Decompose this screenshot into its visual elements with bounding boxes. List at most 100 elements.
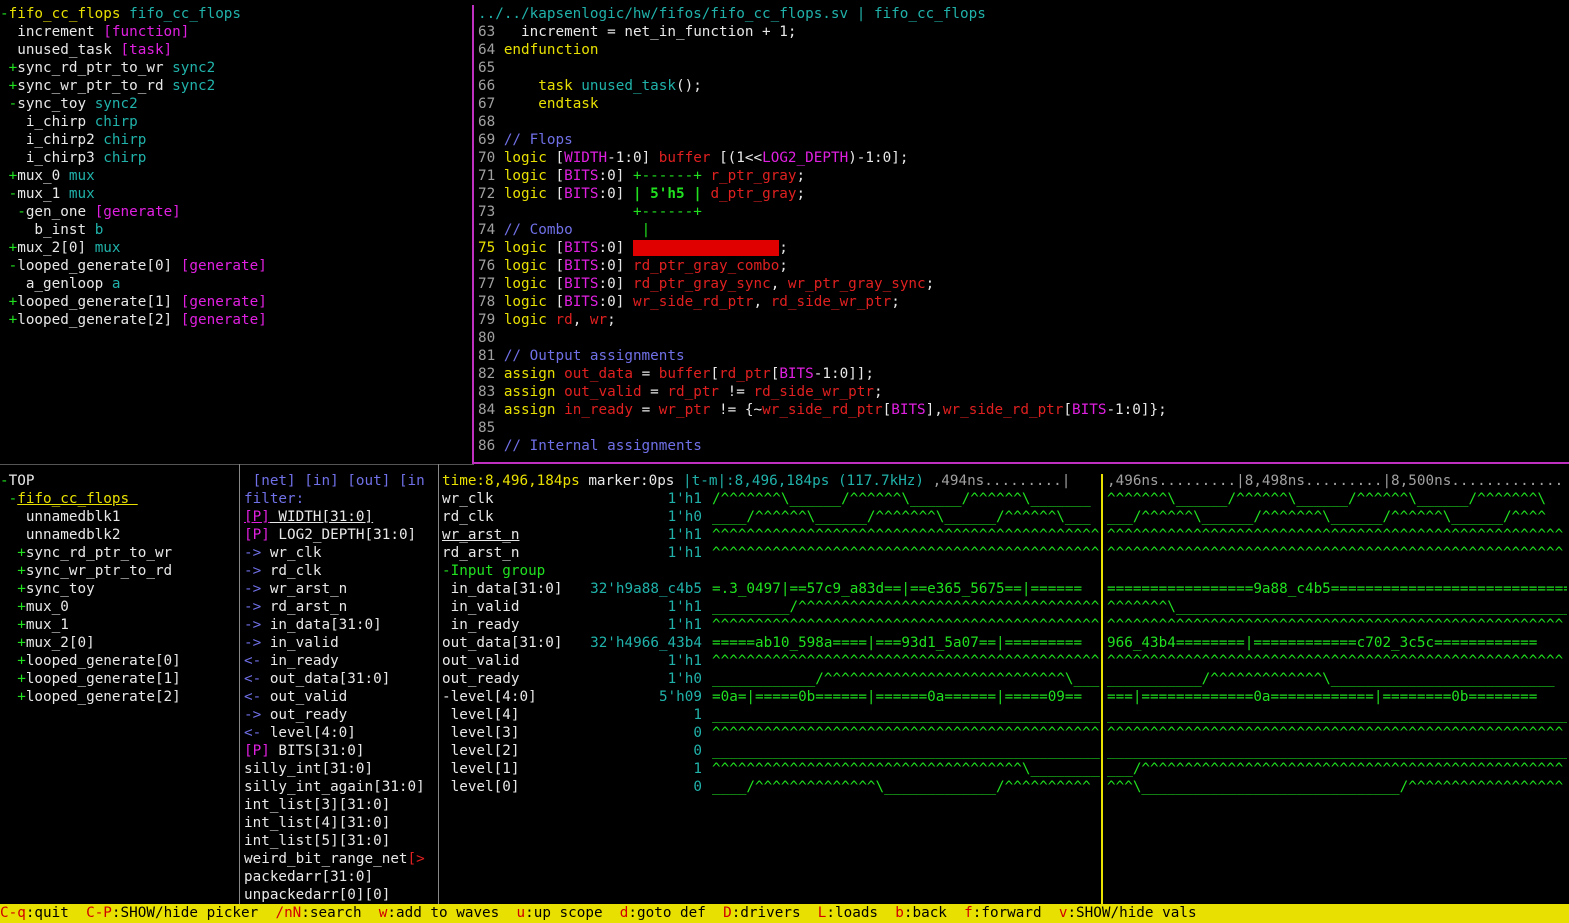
wave-row[interactable]: -Input group — [442, 562, 1569, 580]
hierarchy-item[interactable]: -sync_toy sync2 — [0, 95, 470, 113]
hierarchy-item[interactable]: +mux_2[0] mux — [0, 239, 470, 257]
wave-row[interactable]: wr_clk 1'h1 /^^^^^^^\______/^^^^^^\______/… — [442, 490, 1569, 508]
hierarchy-item-text: + — [0, 240, 18, 256]
hierarchy-item[interactable]: +looped_generate[1] [generate] — [0, 293, 470, 311]
wave-row[interactable]: level[2] 0 _______________________________… — [442, 742, 1569, 760]
hierarchy-item[interactable]: +mux_0 mux — [0, 167, 470, 185]
scope-item[interactable]: +sync_toy — [0, 580, 236, 598]
signal-item[interactable]: silly_int_again[31:0] — [244, 778, 436, 796]
code-line-text: ; — [874, 384, 883, 400]
hierarchy-item[interactable]: -looped_generate[0] [generate] — [0, 257, 470, 275]
scope-item[interactable]: unnamedblk1 — [0, 508, 236, 526]
code-line-text: in_ready — [564, 402, 633, 418]
hierarchy-item[interactable]: a_genloop a — [0, 275, 470, 293]
hierarchy-item-text: + — [0, 294, 18, 310]
wave-row[interactable]: out_valid 1'h1 ^^^^^^^^^^^^^^^^^^^^^^^^^^^… — [442, 652, 1569, 670]
code-line-text: , — [572, 312, 590, 328]
scope-item[interactable]: unnamedblk2 — [0, 526, 236, 544]
hierarchy-item-text: fifo_cc_flops — [129, 6, 242, 22]
wave-row[interactable]: -level[4:0] 5'h09 =0a=|=====0b======|=====… — [442, 688, 1569, 706]
scope-item[interactable]: +looped_generate[1] — [0, 670, 236, 688]
waveform-pane[interactable]: time:8,496,184ps marker:0ps |t-m|:8,496,… — [442, 472, 1569, 904]
signal-item[interactable]: filter: — [244, 490, 436, 508]
wave-row[interactable]: wr_arst_n 1'h1 ^^^^^^^^^^^^^^^^^^^^^^^^^^^… — [442, 526, 1569, 544]
hierarchy-item[interactable]: b_inst b — [0, 221, 470, 239]
signal-item[interactable]: [P] LOG2_DEPTH[31:0] — [244, 526, 436, 544]
wave-trace-right: 966_43b4========|============c702_3c5c==… — [1107, 635, 1538, 651]
scope-item[interactable]: +sync_wr_ptr_to_rd — [0, 562, 236, 580]
signal-item-text: <- — [244, 725, 262, 741]
wave-row[interactable]: in_data[31:0] 32'h9a88_c4b5 =.3_0497|==57c… — [442, 580, 1569, 598]
hierarchy-item[interactable]: unused_task [task] — [0, 41, 470, 59]
source-code-pane[interactable]: ../../kapsenlogic/hw/fifos/fifo_cc_flops… — [478, 5, 1569, 460]
hierarchy-item[interactable]: i_chirp3 chirp — [0, 149, 470, 167]
hierarchy-item-text: [task] — [120, 42, 173, 58]
signal-item[interactable]: -> wr_arst_n — [244, 580, 436, 598]
signal-item[interactable]: unpackedarr[0][0] — [244, 886, 436, 904]
signal-item[interactable]: weird_bit_range_net[> — [244, 850, 436, 868]
signal-item[interactable]: [P] BITS[31:0] — [244, 742, 436, 760]
code-line: 84 assign in_ready = wr_ptr != {~wr_side… — [478, 401, 1569, 419]
wave-row[interactable]: level[0] 0 ____/^^^^^^^^^^^^^^\___________… — [442, 778, 1569, 796]
scope-item[interactable]: +mux_0 — [0, 598, 236, 616]
signal-picker-pane[interactable]: [net] [in] [out] [in filter: [P] WIDTH[31:… — [244, 472, 436, 904]
wave-signal-value: 0 — [693, 743, 702, 759]
wave-row[interactable]: out_ready 1'h0 ____________/^^^^^^^^^^^^^^… — [442, 670, 1569, 688]
header-text: |t-m|:8,496,184ps (117.7kHz) — [683, 473, 933, 489]
signal-item[interactable]: <- in_ready — [244, 652, 436, 670]
scope-item[interactable]: +sync_rd_ptr_to_wr — [0, 544, 236, 562]
hierarchy-item[interactable]: -gen_one [generate] — [0, 203, 470, 221]
signal-item[interactable]: -> wr_clk — [244, 544, 436, 562]
wave-row[interactable]: level[1] 1 ^^^^^^^^^^^^^^^^^^^^^^^^^^^^^^^… — [442, 760, 1569, 778]
scope-item[interactable]: -TOP — [0, 472, 236, 490]
scope-item[interactable]: -fifo_cc_flops — [0, 490, 236, 508]
scope-item-text: unnamedblk2 — [0, 527, 121, 543]
code-line-text: ], — [925, 402, 943, 418]
signal-item-text: WIDTH[31:0] — [269, 509, 374, 525]
hierarchy-pane[interactable]: -fifo_cc_flops fifo_cc_flops increment [… — [0, 5, 470, 460]
time-cursor[interactable] — [1101, 474, 1103, 904]
hierarchy-item[interactable]: +sync_rd_ptr_to_wr sync2 — [0, 59, 470, 77]
wave-signal-value: 0 — [693, 779, 702, 795]
signal-item[interactable]: [net] [in] [out] [in — [244, 472, 436, 490]
signal-item[interactable]: [P] WIDTH[31:0] — [244, 508, 436, 526]
signal-item[interactable]: packedarr[31:0] — [244, 868, 436, 886]
scope-item[interactable]: +looped_generate[0] — [0, 652, 236, 670]
hierarchy-item[interactable]: +looped_generate[2] [generate] — [0, 311, 470, 329]
wave-row[interactable]: level[3] 0 ^^^^^^^^^^^^^^^^^^^^^^^^^^^^^^^… — [442, 724, 1569, 742]
hierarchy-item[interactable]: i_chirp2 chirp — [0, 131, 470, 149]
wave-row[interactable]: in_ready 1'h1 ^^^^^^^^^^^^^^^^^^^^^^^^^^^^… — [442, 616, 1569, 634]
wave-row[interactable]: rd_clk 1'h0 ____/^^^^^^\______/^^^^^^^\___… — [442, 508, 1569, 526]
scope-item[interactable]: +mux_2[0] — [0, 634, 236, 652]
signal-item[interactable]: silly_int[31:0] — [244, 760, 436, 778]
wave-row[interactable]: level[4] 1 _______________________________… — [442, 706, 1569, 724]
code-line-text: 77 — [478, 276, 504, 292]
code-line-text: :0] — [598, 240, 633, 256]
hierarchy-item[interactable]: i_chirp chirp — [0, 113, 470, 131]
scope-item[interactable]: +looped_generate[2] — [0, 688, 236, 706]
hierarchy-item[interactable]: increment [function] — [0, 23, 470, 41]
code-line-text: out_valid — [564, 384, 642, 400]
signal-item[interactable]: -> in_data[31:0] — [244, 616, 436, 634]
hierarchy-item[interactable]: -fifo_cc_flops fifo_cc_flops — [0, 5, 470, 23]
signal-item[interactable]: -> rd_clk — [244, 562, 436, 580]
scope-tree-pane[interactable]: -TOP -fifo_cc_flops unnamedblk1 unnamedb… — [0, 472, 236, 904]
signal-item[interactable]: -> in_valid — [244, 634, 436, 652]
wave-row[interactable]: rd_arst_n 1'h1 ^^^^^^^^^^^^^^^^^^^^^^^^^^^… — [442, 544, 1569, 562]
wave-signal-value: 32'h4966_43b4 — [590, 635, 702, 651]
hierarchy-item-text: looped_generate[1] — [17, 294, 181, 310]
wave-row[interactable]: out_data[31:0] 32'h4966_43b4 =====ab10_598… — [442, 634, 1569, 652]
scope-item-text: + — [0, 617, 26, 633]
signal-item[interactable]: int_list[3][31:0] — [244, 796, 436, 814]
signal-item[interactable]: <- out_valid — [244, 688, 436, 706]
signal-item[interactable]: -> out_ready — [244, 706, 436, 724]
hierarchy-item[interactable]: -mux_1 mux — [0, 185, 470, 203]
signal-item[interactable]: -> rd_arst_n — [244, 598, 436, 616]
signal-item[interactable]: int_list[4][31:0] — [244, 814, 436, 832]
signal-item[interactable]: <- out_data[31:0] — [244, 670, 436, 688]
scope-item[interactable]: +mux_1 — [0, 616, 236, 634]
signal-item[interactable]: <- level[4:0] — [244, 724, 436, 742]
wave-row[interactable]: in_valid 1'h1 _________/^^^^^^^^^^^^^^^^^^… — [442, 598, 1569, 616]
signal-item[interactable]: int_list[5][31:0] — [244, 832, 436, 850]
hierarchy-item[interactable]: +sync_wr_ptr_to_rd sync2 — [0, 77, 470, 95]
